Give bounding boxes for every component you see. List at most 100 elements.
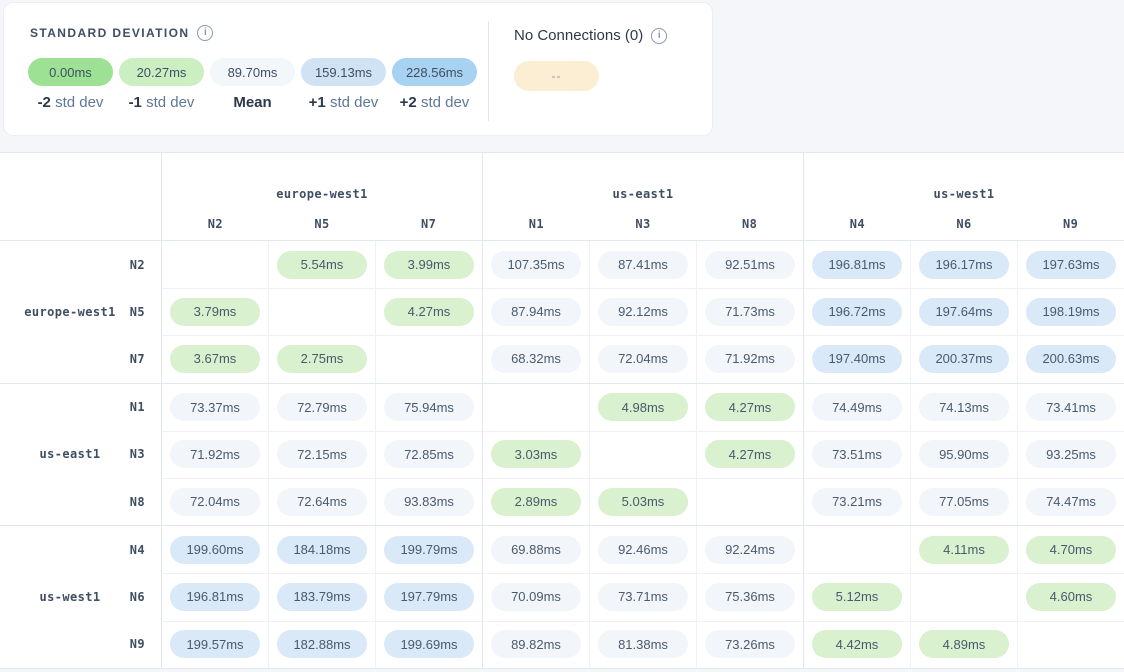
latency-pill[interactable]: 199.69ms bbox=[384, 630, 474, 658]
latency-pill[interactable]: 89.82ms bbox=[491, 630, 581, 658]
latency-pill[interactable]: 199.57ms bbox=[170, 630, 260, 658]
latency-pill[interactable]: 69.88ms bbox=[491, 536, 581, 564]
latency-cell: 183.79ms bbox=[268, 573, 375, 620]
latency-pill[interactable]: 4.60ms bbox=[1026, 583, 1116, 611]
latency-pill[interactable]: 72.04ms bbox=[170, 488, 260, 516]
latency-pill[interactable]: 2.89ms bbox=[491, 488, 581, 516]
latency-pill[interactable]: 107.35ms bbox=[491, 251, 581, 279]
latency-pill[interactable]: 92.46ms bbox=[598, 536, 688, 564]
legend-pill-minus1: 20.27ms bbox=[119, 58, 204, 86]
latency-pill[interactable]: 73.21ms bbox=[812, 488, 902, 516]
latency-pill[interactable]: 68.32ms bbox=[491, 345, 581, 373]
col-node-label: N1 bbox=[483, 217, 590, 231]
latency-pill[interactable]: 3.67ms bbox=[170, 345, 260, 373]
latency-cell: 196.81ms bbox=[803, 241, 910, 288]
latency-cell: 197.64ms bbox=[910, 288, 1017, 335]
latency-pill[interactable]: 4.70ms bbox=[1026, 536, 1116, 564]
latency-pill[interactable]: 75.94ms bbox=[384, 393, 474, 421]
latency-pill[interactable]: 93.25ms bbox=[1026, 440, 1116, 468]
legend-card: STANDARD DEVIATION i 0.00ms 20.27ms 89.7… bbox=[3, 2, 713, 136]
latency-pill[interactable]: 74.47ms bbox=[1026, 488, 1116, 516]
latency-cell: 77.05ms bbox=[910, 478, 1017, 525]
latency-pill[interactable]: 73.41ms bbox=[1026, 393, 1116, 421]
latency-cell: 197.63ms bbox=[1017, 241, 1124, 288]
latency-pill[interactable]: 93.83ms bbox=[384, 488, 474, 516]
latency-pill[interactable]: 4.11ms bbox=[919, 536, 1009, 564]
latency-pill[interactable]: 73.51ms bbox=[812, 440, 902, 468]
latency-pill[interactable]: 72.04ms bbox=[598, 345, 688, 373]
latency-pill[interactable]: 81.38ms bbox=[598, 630, 688, 658]
latency-pill[interactable]: 200.37ms bbox=[919, 345, 1009, 373]
self-cell bbox=[268, 288, 375, 335]
latency-pill[interactable]: 4.27ms bbox=[705, 393, 795, 421]
latency-pill[interactable]: 2.75ms bbox=[277, 345, 367, 373]
latency-pill[interactable]: 184.18ms bbox=[277, 536, 367, 564]
latency-pill[interactable]: 74.13ms bbox=[919, 393, 1009, 421]
latency-pill[interactable]: 5.03ms bbox=[598, 488, 688, 516]
matrix-row-N2: N25.54ms3.99ms107.35ms87.41ms92.51ms196.… bbox=[0, 241, 1124, 288]
std-dev-info-icon[interactable]: i bbox=[197, 25, 213, 41]
latency-pill[interactable]: 75.36ms bbox=[705, 583, 795, 611]
latency-pill[interactable]: 72.79ms bbox=[277, 393, 367, 421]
no-connections-info-icon[interactable]: i bbox=[651, 28, 667, 44]
latency-cell: 73.21ms bbox=[803, 478, 910, 525]
latency-cell: 92.24ms bbox=[696, 526, 803, 573]
latency-pill[interactable]: 92.24ms bbox=[705, 536, 795, 564]
latency-cell: 70.09ms bbox=[482, 573, 589, 620]
latency-pill[interactable]: 5.54ms bbox=[277, 251, 367, 279]
legend-pill-plus1: 159.13ms bbox=[301, 58, 386, 86]
latency-pill[interactable]: 196.17ms bbox=[919, 251, 1009, 279]
latency-pill[interactable]: 197.40ms bbox=[812, 345, 902, 373]
latency-pill[interactable]: 72.64ms bbox=[277, 488, 367, 516]
latency-pill[interactable]: 4.98ms bbox=[598, 393, 688, 421]
latency-pill[interactable]: 71.92ms bbox=[705, 345, 795, 373]
latency-pill[interactable]: 4.27ms bbox=[705, 440, 795, 468]
legend-scale: 0.00ms 20.27ms 89.70ms 159.13ms 228.56ms bbox=[28, 58, 477, 86]
latency-pill[interactable]: 92.51ms bbox=[705, 251, 795, 279]
latency-pill[interactable]: 183.79ms bbox=[277, 583, 367, 611]
latency-pill[interactable]: 71.92ms bbox=[170, 440, 260, 468]
latency-cell: 68.32ms bbox=[482, 335, 589, 382]
latency-cell: 200.63ms bbox=[1017, 335, 1124, 382]
latency-pill[interactable]: 4.27ms bbox=[384, 298, 474, 326]
latency-pill[interactable]: 3.79ms bbox=[170, 298, 260, 326]
row-region-label: europe-west1 bbox=[0, 241, 140, 383]
latency-pill[interactable]: 3.03ms bbox=[491, 440, 581, 468]
latency-pill[interactable]: 72.15ms bbox=[277, 440, 367, 468]
latency-pill[interactable]: 73.71ms bbox=[598, 583, 688, 611]
latency-pill[interactable]: 73.37ms bbox=[170, 393, 260, 421]
latency-pill[interactable]: 3.99ms bbox=[384, 251, 474, 279]
latency-pill[interactable]: 182.88ms bbox=[277, 630, 367, 658]
latency-pill[interactable]: 87.41ms bbox=[598, 251, 688, 279]
latency-pill[interactable]: 5.12ms bbox=[812, 583, 902, 611]
latency-cell: 75.36ms bbox=[696, 573, 803, 620]
self-cell bbox=[803, 526, 910, 573]
col-node-label: N8 bbox=[696, 217, 803, 231]
latency-pill[interactable]: 198.19ms bbox=[1026, 298, 1116, 326]
latency-pill[interactable]: 70.09ms bbox=[491, 583, 581, 611]
matrix-row-N5: N53.79ms4.27ms87.94ms92.12ms71.73ms196.7… bbox=[0, 288, 1124, 335]
latency-pill[interactable]: 73.26ms bbox=[705, 630, 795, 658]
latency-pill[interactable]: 72.85ms bbox=[384, 440, 474, 468]
latency-pill[interactable]: 199.60ms bbox=[170, 536, 260, 564]
latency-pill[interactable]: 200.63ms bbox=[1026, 345, 1116, 373]
latency-pill[interactable]: 4.42ms bbox=[812, 630, 902, 658]
latency-pill[interactable]: 197.64ms bbox=[919, 298, 1009, 326]
latency-pill[interactable]: 71.73ms bbox=[705, 298, 795, 326]
latency-pill[interactable]: 77.05ms bbox=[919, 488, 1009, 516]
latency-pill[interactable]: 92.12ms bbox=[598, 298, 688, 326]
legend-label-minus2: -2 std dev bbox=[28, 94, 113, 111]
latency-pill[interactable]: 197.79ms bbox=[384, 583, 474, 611]
latency-pill[interactable]: 95.90ms bbox=[919, 440, 1009, 468]
latency-pill[interactable]: 196.81ms bbox=[170, 583, 260, 611]
latency-pill[interactable]: 197.63ms bbox=[1026, 251, 1116, 279]
latency-pill[interactable]: 87.94ms bbox=[491, 298, 581, 326]
legend-label-plus1: +1 std dev bbox=[301, 94, 386, 111]
latency-pill[interactable]: 4.89ms bbox=[919, 630, 1009, 658]
latency-cell: 196.81ms bbox=[161, 573, 268, 620]
col-node-label: N6 bbox=[911, 217, 1018, 231]
latency-pill[interactable]: 199.79ms bbox=[384, 536, 474, 564]
latency-pill[interactable]: 196.81ms bbox=[812, 251, 902, 279]
latency-pill[interactable]: 196.72ms bbox=[812, 298, 902, 326]
latency-pill[interactable]: 74.49ms bbox=[812, 393, 902, 421]
